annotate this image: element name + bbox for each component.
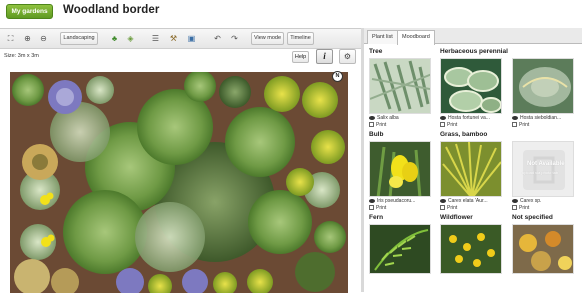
print-label: Print	[519, 205, 530, 211]
zoom-in-icon[interactable]: ⊕	[21, 32, 34, 45]
print-option[interactable]: Print	[512, 205, 529, 211]
plant-name-row: Hosta fortunei va...	[440, 115, 490, 121]
print-label: Print	[447, 205, 458, 211]
garden-canvas[interactable]: N	[0, 67, 361, 298]
print-option[interactable]: Print	[440, 205, 457, 211]
print-checkbox[interactable]	[369, 205, 374, 211]
plant-name[interactable]: Hosta sieboldian...	[520, 115, 561, 121]
print-label: Print	[376, 205, 387, 211]
plant-photo-hosta-sieboldiana[interactable]	[512, 58, 574, 114]
plant-name[interactable]: Carex elata 'Aur...	[448, 198, 488, 204]
planner-panel: ⛶ ⊕ ⊖ Landscaping ♣ ◈ ☰ ⚒ ▣ ↶ ↷ View mod…	[0, 28, 361, 298]
plant-name[interactable]: Hosta fortunei va...	[448, 115, 490, 121]
carex-photo-icon	[441, 142, 501, 196]
tab-moodboard[interactable]: Moodboard	[397, 30, 435, 45]
tree-icon[interactable]: ♣	[108, 32, 121, 45]
side-tabs: Plant list Moodboard	[364, 28, 582, 45]
not-available-subtitle: upload via photo tab	[522, 170, 559, 175]
print-checkbox[interactable]	[440, 122, 445, 128]
paving-icon[interactable]: ◈	[124, 32, 137, 45]
tab-plant-list[interactable]: Plant list	[367, 30, 398, 44]
plant-name-row: Carex sp.	[512, 198, 541, 204]
eye-icon[interactable]	[440, 115, 446, 120]
category-tree: Tree	[369, 48, 383, 55]
compass-north-icon: N	[332, 71, 343, 82]
plant-name[interactable]: Iris pseudacoru...	[377, 198, 415, 204]
category-herbaceous-perennial: Herbaceous perennial	[440, 48, 508, 55]
wildflower-photo-icon	[441, 225, 501, 273]
plant-name[interactable]: Salix alba	[377, 115, 399, 121]
list-icon[interactable]: ☰	[149, 32, 162, 45]
notebook-icon[interactable]: ▣	[185, 32, 198, 45]
plant-photo-iris[interactable]	[369, 141, 431, 197]
settings-gear-icon[interactable]: ⚙	[339, 49, 356, 64]
hosta-photo-icon	[441, 59, 501, 113]
print-label: Print	[376, 122, 387, 128]
print-checkbox[interactable]	[512, 122, 517, 128]
category-grass-bamboo: Grass, bamboo	[440, 131, 488, 138]
print-option[interactable]: Print	[440, 122, 457, 128]
print-checkbox[interactable]	[512, 205, 517, 211]
plant-name-row: Carex elata 'Aur...	[440, 198, 488, 204]
fit-to-screen-icon[interactable]: ⛶	[4, 32, 17, 45]
category-wildflower: Wildflower	[440, 214, 473, 221]
iris-photo-icon	[370, 142, 430, 196]
help-button[interactable]: Help	[292, 51, 309, 63]
plant-photo-carex-elata[interactable]	[440, 141, 502, 197]
plant-name-row: Hosta sieboldian...	[512, 115, 561, 121]
category-not-specified: Not specified	[512, 214, 553, 221]
plant-name[interactable]: Carex sp.	[520, 198, 541, 204]
zoom-out-icon[interactable]: ⊖	[37, 32, 50, 45]
top-bar: My gardens Woodland border	[0, 0, 582, 26]
planner-toolbar: ⛶ ⊕ ⊖ Landscaping ♣ ◈ ☰ ⚒ ▣ ↶ ↷ View mod…	[0, 29, 361, 49]
plant-photo-salix-alba[interactable]	[369, 58, 431, 114]
not-available-title: Not Available	[527, 161, 565, 167]
category-bulb: Bulb	[369, 131, 384, 138]
eye-icon[interactable]	[512, 115, 518, 120]
plant-photo-not-specified[interactable]	[512, 224, 574, 274]
print-option[interactable]: Print	[369, 205, 386, 211]
plant-photo-not-available[interactable]: Not Available upload via photo tab	[512, 141, 574, 197]
plant-photo-fern[interactable]	[369, 224, 431, 274]
tools-icon[interactable]: ⚒	[167, 32, 180, 45]
landscaping-button[interactable]: Landscaping	[60, 32, 98, 45]
plant-photo-hosta-fortunei[interactable]	[440, 58, 502, 114]
fern-photo-icon	[370, 225, 430, 273]
print-option[interactable]: Print	[369, 122, 386, 128]
moodboard-panel: Plant list Moodboard Tree Herbaceous per…	[364, 28, 582, 292]
undo-icon[interactable]: ↶	[211, 32, 224, 45]
redo-icon[interactable]: ↷	[228, 32, 241, 45]
info-button[interactable]: i	[316, 49, 333, 64]
print-label: Print	[519, 122, 530, 128]
plant-name-row: Iris pseudacoru...	[369, 198, 415, 204]
eye-icon[interactable]	[512, 198, 518, 203]
view-mode-button[interactable]: View mode	[251, 32, 284, 45]
print-checkbox[interactable]	[369, 122, 374, 128]
hosta-blue-photo-icon	[513, 59, 573, 113]
garden-plan[interactable]: N	[10, 70, 348, 298]
print-label: Print	[447, 122, 458, 128]
plant-name-row: Salix alba	[369, 115, 399, 121]
page-title: Woodland border	[63, 4, 160, 16]
eye-icon[interactable]	[369, 115, 375, 120]
mixed-planting-photo-icon	[513, 225, 573, 273]
garden-size-label: Size: 3m x 3m	[4, 53, 39, 59]
eye-icon[interactable]	[440, 198, 446, 203]
eye-icon[interactable]	[369, 198, 375, 203]
print-checkbox[interactable]	[440, 205, 445, 211]
willow-photo-icon	[370, 59, 430, 113]
timeline-button[interactable]: Timeline	[287, 32, 314, 45]
category-fern: Fern	[369, 214, 384, 221]
print-option[interactable]: Print	[512, 122, 529, 128]
placeholder-image: Not Available upload via photo tab	[513, 142, 573, 196]
my-gardens-button[interactable]: My gardens	[6, 4, 53, 19]
garden-plants-illustration	[10, 70, 348, 298]
plant-photo-wildflower[interactable]	[440, 224, 502, 274]
